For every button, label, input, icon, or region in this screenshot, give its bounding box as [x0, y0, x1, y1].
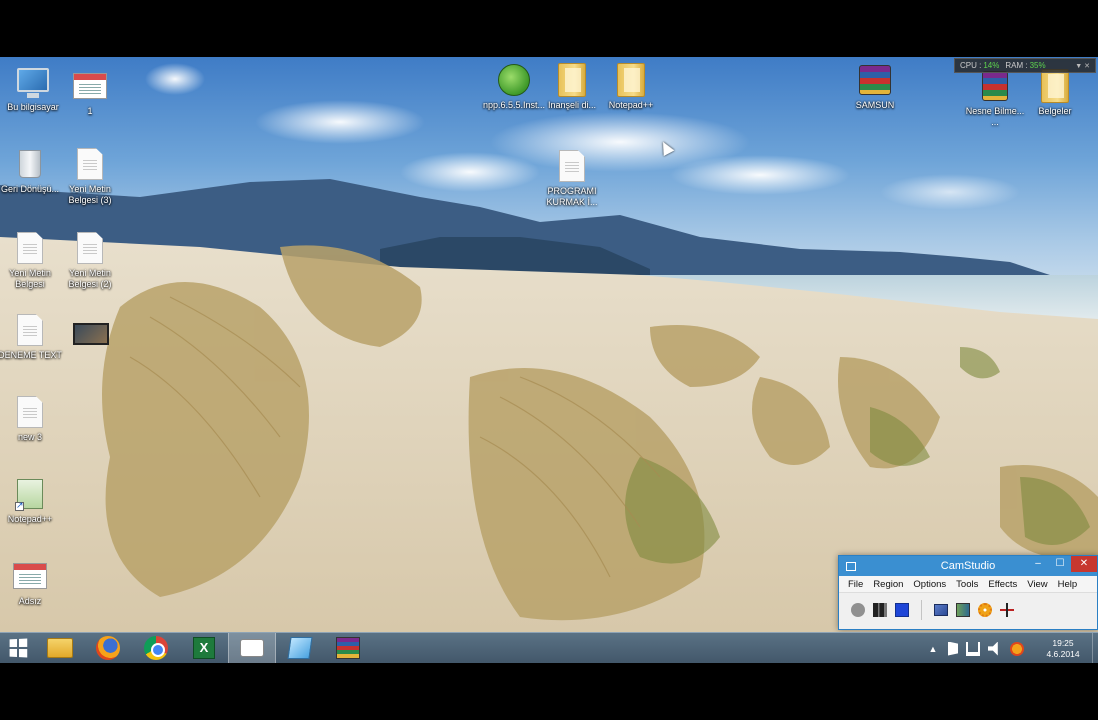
- action-center-flag-icon[interactable]: [948, 641, 958, 656]
- desktop-icon-new-text-3[interactable]: Yeni Metin Belgesi (3): [57, 147, 123, 206]
- camstudio-icon: [240, 639, 264, 657]
- desktop-icon-new-text-2[interactable]: Yeni Metin Belgesi (2): [57, 231, 123, 290]
- settings-gear-icon[interactable]: [978, 603, 992, 617]
- menu-effects[interactable]: Effects: [983, 579, 1022, 590]
- film-icon[interactable]: [956, 603, 970, 617]
- desktop-icon-new-text[interactable]: Yeni Metin Belgesi: [0, 231, 63, 290]
- menu-file[interactable]: File: [843, 579, 868, 590]
- speaker-icon[interactable]: [988, 641, 998, 656]
- camstudio-toolbar: [839, 593, 1097, 627]
- network-icon[interactable]: [966, 641, 980, 656]
- text-document-icon: [73, 147, 107, 181]
- text-document-icon: [73, 231, 107, 265]
- taskbar-clock[interactable]: 19:25 4.6.2014: [1034, 638, 1092, 660]
- file-explorer-icon: [47, 638, 73, 658]
- desktop-icon-video[interactable]: [57, 317, 123, 354]
- desktop-icon-new-3[interactable]: new 3: [0, 395, 63, 443]
- desktop-icon-npp-installer[interactable]: npp.6.5.5.Inst...: [481, 63, 547, 111]
- record-icon[interactable]: [851, 603, 865, 617]
- camstudio-titlebar[interactable]: CamStudio – ☐ ✕: [839, 556, 1097, 576]
- desktop-icon-folder-inanseli[interactable]: Inanşeli di...: [539, 63, 605, 111]
- desktop-icon-notepadpp[interactable]: Notepad++: [0, 477, 63, 525]
- desktop-icon-recycle-bin[interactable]: Geri Dönüşü...: [0, 147, 63, 195]
- taskbar: X ▲ 19:25 4.6.2014: [0, 632, 1098, 664]
- desktop-icon-folder-notepadpp[interactable]: Notepad++: [598, 63, 664, 111]
- letterbox-top: [0, 0, 1098, 57]
- text-document-icon: [13, 231, 47, 265]
- recycle-bin-icon: [13, 147, 47, 181]
- minimize-button[interactable]: –: [1027, 556, 1049, 572]
- ram-value: 35%: [1029, 61, 1046, 70]
- screen-icon[interactable]: [934, 604, 948, 616]
- glass-app-icon: [287, 637, 313, 659]
- video-thumbnail-icon: [73, 317, 109, 351]
- pause-icon[interactable]: [873, 603, 887, 617]
- camstudio-menubar: File Region Options Tools Effects View H…: [839, 576, 1097, 593]
- folder-icon: [555, 63, 589, 97]
- desktop[interactable]: Bu bilgisayar 1 Geri Dönüşü... Yeni Meti…: [0, 57, 1098, 632]
- desktop-icon-adsiz[interactable]: Adsız: [0, 559, 63, 607]
- desktop-icon-deneme-text[interactable]: DENEME TEXT: [0, 313, 63, 361]
- toolbar-separator: [921, 600, 922, 620]
- chrome-icon: [144, 636, 168, 660]
- notepad-plus-plus-icon: [497, 63, 531, 97]
- taskbar-firefox[interactable]: [84, 633, 132, 664]
- system-tray: ▲ 19:25 4.6.2014: [922, 633, 1098, 664]
- taskbar-winrar[interactable]: [324, 633, 372, 664]
- taskbar-camstudio[interactable]: [228, 632, 276, 664]
- winrar-icon: [336, 637, 360, 659]
- notepad-plus-plus-icon: [13, 477, 47, 511]
- menu-tools[interactable]: Tools: [951, 579, 983, 590]
- show-desktop-button[interactable]: [1092, 633, 1098, 664]
- ram-label: RAM :: [1005, 61, 1028, 70]
- maximize-button[interactable]: ☐: [1049, 556, 1071, 572]
- shortcut-icon: [13, 559, 47, 593]
- letterbox-bottom: [0, 663, 1098, 720]
- windows-start-icon: [9, 638, 28, 658]
- firefox-icon: [96, 636, 120, 660]
- taskbar-chrome[interactable]: [132, 633, 180, 664]
- show-hidden-icons-icon[interactable]: ▲: [926, 642, 940, 656]
- taskbar-file-explorer[interactable]: [36, 633, 84, 664]
- cpu-label: CPU :: [960, 61, 982, 70]
- text-document-icon: [555, 149, 589, 183]
- desktop-icon-programi-kurmak[interactable]: PROGRAMI KURMAK İ...: [539, 149, 605, 208]
- menu-help[interactable]: Help: [1053, 579, 1083, 590]
- clock-time: 19:25: [1052, 637, 1074, 648]
- folder-icon: [1038, 69, 1072, 103]
- clock-date: 4.6.2014: [1046, 648, 1080, 659]
- computer-icon: [16, 65, 50, 99]
- taskbar-excel[interactable]: X: [180, 633, 228, 664]
- shortcut-icon: [73, 69, 107, 103]
- cut-icon[interactable]: [1000, 603, 1014, 617]
- text-document-icon: [13, 395, 47, 429]
- desktop-icon-belgeler[interactable]: Belgeler: [1022, 69, 1088, 117]
- taskbar-glass-app[interactable]: [276, 633, 324, 664]
- close-button[interactable]: ✕: [1071, 556, 1097, 572]
- cpu-ram-monitor-gadget[interactable]: CPU : 14% RAM : 35% ▼ ✕: [954, 58, 1096, 73]
- winrar-archive-icon: [858, 63, 892, 97]
- camstudio-window[interactable]: CamStudio – ☐ ✕ File Region Options Tool…: [838, 555, 1098, 630]
- gadget-controls-icon[interactable]: ▼ ✕: [1075, 62, 1090, 70]
- desktop-icon-1[interactable]: 1: [57, 69, 123, 117]
- menu-region[interactable]: Region: [868, 579, 908, 590]
- menu-view[interactable]: View: [1022, 579, 1052, 590]
- winrar-archive-icon: [978, 69, 1012, 103]
- excel-icon: X: [193, 637, 215, 659]
- desktop-icon-nesne-bilme[interactable]: Nesne Bilme... ...: [962, 69, 1028, 128]
- folder-icon: [614, 63, 648, 97]
- stop-icon[interactable]: [895, 603, 909, 617]
- cpu-value: 14%: [983, 61, 1000, 70]
- tray-firefox-icon[interactable]: [1010, 641, 1024, 656]
- wallpaper-beach-dunes: [0, 63, 1098, 632]
- text-document-icon: [13, 313, 47, 347]
- desktop-icon-samsun[interactable]: SAMSUN: [842, 63, 908, 111]
- menu-options[interactable]: Options: [908, 579, 951, 590]
- start-button[interactable]: [0, 633, 36, 664]
